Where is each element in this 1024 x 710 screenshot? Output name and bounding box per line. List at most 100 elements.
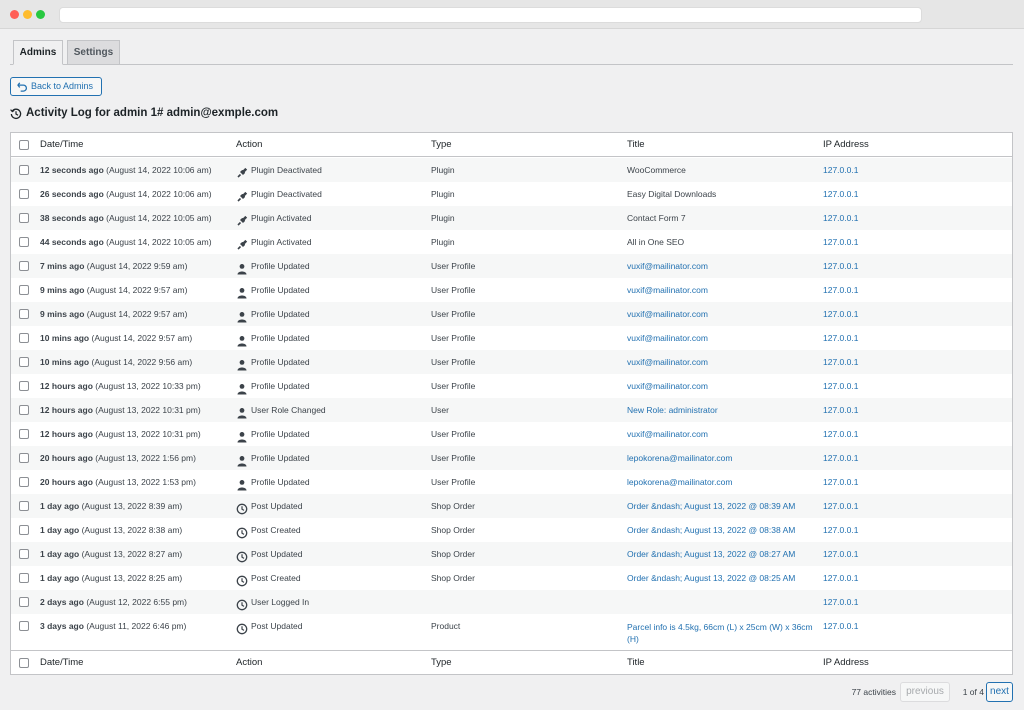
row-checkbox[interactable] [19,573,29,583]
title-cell[interactable]: Order &ndash; August 13, 2022 @ 08:27 AM [627,542,795,566]
ip-address-link[interactable]: 127.0.0.1 [823,494,858,518]
action-cell: Plugin Deactivated [236,182,426,206]
ip-address-link[interactable]: 127.0.0.1 [823,326,858,350]
row-checkbox[interactable] [19,213,29,223]
row-checkbox[interactable] [19,333,29,343]
action-cell: Profile Updated [236,470,426,494]
column-header-action[interactable]: Action [236,133,262,157]
ip-address-link[interactable]: 127.0.0.1 [823,614,858,638]
row-checkbox[interactable] [19,549,29,559]
column-header-type[interactable]: Type [431,133,452,157]
row-checkbox[interactable] [19,477,29,487]
row-checkbox[interactable] [19,357,29,367]
table-row: 3 days ago (August 11, 2022 6:46 pm) Post… [11,614,1012,650]
ip-address-link[interactable]: 127.0.0.1 [823,182,858,206]
ip-address-link[interactable]: 127.0.0.1 [823,302,858,326]
footer-header-datetime[interactable]: Date/Time [40,651,83,675]
title-cell[interactable]: Order &ndash; August 13, 2022 @ 08:39 AM [627,494,795,518]
tab-admins[interactable]: Admins [13,40,63,65]
time-ago: 9 mins ago [40,285,85,295]
title-cell[interactable]: New Role: administrator [627,398,718,422]
ip-address-link[interactable]: 127.0.0.1 [823,470,858,494]
title-cell[interactable]: vuxif@mailinator.com [627,326,708,350]
row-checkbox[interactable] [19,621,29,631]
column-header-ip[interactable]: IP Address [823,133,869,157]
row-checkbox[interactable] [19,285,29,295]
next-page-button[interactable]: next [986,682,1013,702]
row-checkbox[interactable] [19,597,29,607]
time-ago: 20 hours ago [40,453,93,463]
type-cell: Shop Order [431,549,475,559]
clock-icon [236,572,248,587]
action-label: Post Updated [251,549,303,559]
ip-address-link[interactable]: 127.0.0.1 [823,446,858,470]
table-row: 38 seconds ago (August 14, 2022 10:05 am… [11,206,1012,230]
footer-header-ip[interactable]: IP Address [823,651,869,675]
action-cell: Post Updated [236,494,426,518]
datetime-cell: 38 seconds ago (August 14, 2022 10:05 am… [40,206,212,230]
row-checkbox[interactable] [19,381,29,391]
footer-header-title[interactable]: Title [627,651,645,675]
title-cell[interactable]: Order &ndash; August 13, 2022 @ 08:38 AM [627,518,795,542]
address-bar[interactable] [59,7,922,23]
row-checkbox[interactable] [19,453,29,463]
action-label: Profile Updated [251,357,310,367]
ip-address-link[interactable]: 127.0.0.1 [823,350,858,374]
title-cell: Contact Form 7 [627,213,686,223]
column-header-title[interactable]: Title [627,133,645,157]
user-icon [236,380,248,395]
title-cell[interactable]: vuxif@mailinator.com [627,374,708,398]
table-row: 9 mins ago (August 14, 2022 9:57 am) Prof… [11,302,1012,326]
full-date: (August 14, 2022 10:05 am) [106,213,212,223]
footer-header-action[interactable]: Action [236,651,262,675]
row-checkbox[interactable] [19,189,29,199]
ip-address-link[interactable]: 127.0.0.1 [823,518,858,542]
ip-address-link[interactable]: 127.0.0.1 [823,206,858,230]
ip-address-link[interactable]: 127.0.0.1 [823,422,858,446]
previous-page-button[interactable]: previous [900,682,950,702]
title-cell[interactable]: vuxif@mailinator.com [627,254,708,278]
clock-icon [236,500,248,515]
time-ago: 1 day ago [40,501,80,511]
row-checkbox[interactable] [19,165,29,175]
ip-address-link[interactable]: 127.0.0.1 [823,254,858,278]
ip-address-link[interactable]: 127.0.0.1 [823,542,858,566]
type-cell: Shop Order [431,501,475,511]
ip-address-link[interactable]: 127.0.0.1 [823,230,858,254]
ip-address-link[interactable]: 127.0.0.1 [823,566,858,590]
title-cell[interactable]: lepokorena@mailinator.com [627,446,733,470]
title-cell[interactable]: vuxif@mailinator.com [627,302,708,326]
title-cell[interactable]: lepokorena@mailinator.com [627,470,733,494]
row-checkbox[interactable] [19,309,29,319]
title-cell[interactable]: Parcel info is 4.5kg, 66cm (L) x 25cm (W… [627,621,817,645]
minimize-window-button[interactable] [23,10,32,19]
close-window-button[interactable] [10,10,19,19]
tab-settings[interactable]: Settings [67,40,120,65]
undo-arrow-icon [17,82,27,92]
row-checkbox[interactable] [19,237,29,247]
full-date: (August 14, 2022 10:06 am) [106,189,212,199]
title-cell[interactable]: Order &ndash; August 13, 2022 @ 08:25 AM [627,566,795,590]
select-all-checkbox[interactable] [19,140,29,150]
ip-address-link[interactable]: 127.0.0.1 [823,590,858,614]
row-checkbox[interactable] [19,261,29,271]
row-checkbox[interactable] [19,525,29,535]
time-ago: 1 day ago [40,573,80,583]
title-cell[interactable]: vuxif@mailinator.com [627,350,708,374]
ip-address-link[interactable]: 127.0.0.1 [823,158,858,182]
row-checkbox[interactable] [19,405,29,415]
footer-header-type[interactable]: Type [431,651,452,675]
title-cell[interactable]: vuxif@mailinator.com [627,278,708,302]
ip-address-link[interactable]: 127.0.0.1 [823,398,858,422]
row-checkbox[interactable] [19,501,29,511]
ip-address-link[interactable]: 127.0.0.1 [823,374,858,398]
ip-address-link[interactable]: 127.0.0.1 [823,278,858,302]
column-header-datetime[interactable]: Date/Time [40,133,83,157]
back-to-admins-button[interactable]: Back to Admins [10,77,102,96]
maximize-window-button[interactable] [36,10,45,19]
row-checkbox[interactable] [19,429,29,439]
title-cell[interactable]: vuxif@mailinator.com [627,422,708,446]
select-all-checkbox-footer[interactable] [19,658,29,668]
table-row: 20 hours ago (August 13, 2022 1:53 pm) Pr… [11,470,1012,494]
type-cell: User Profile [431,357,476,367]
